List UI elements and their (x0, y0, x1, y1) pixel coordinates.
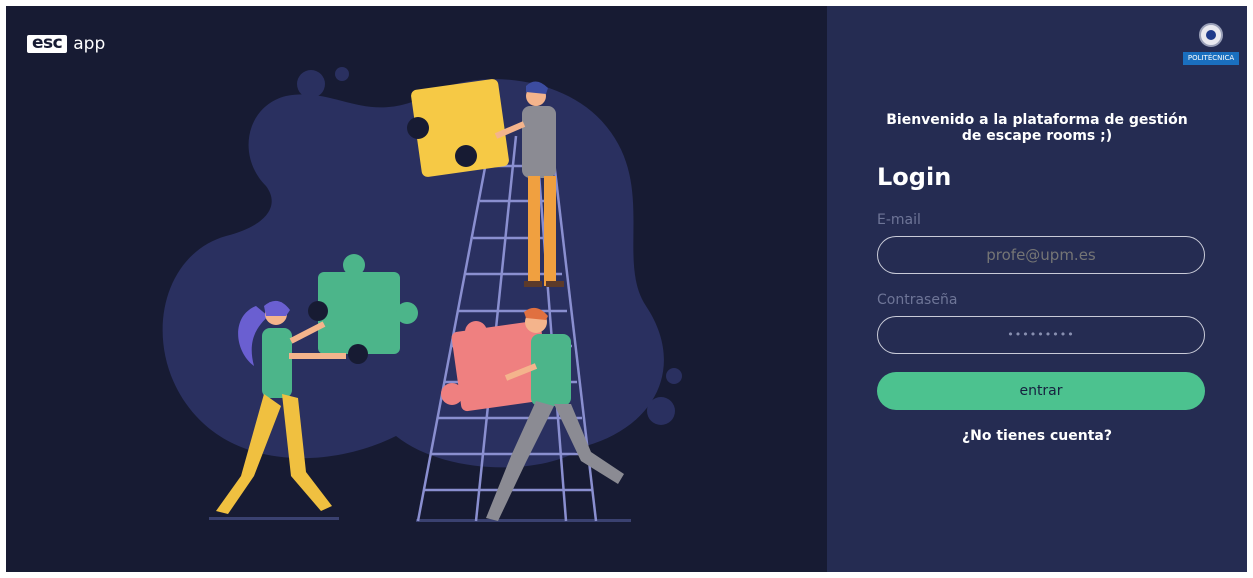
illustration-panel: esc app (6, 6, 827, 572)
upm-seal-icon (1199, 23, 1223, 47)
puzzle-piece-yellow (407, 79, 509, 177)
login-button[interactable]: entrar (877, 372, 1205, 410)
welcome-message: Bienvenido a la plataforma de gestión de… (827, 112, 1247, 144)
login-panel: POLITÉCNICA Bienvenido a la plataforma d… (827, 6, 1247, 572)
upm-label: POLITÉCNICA (1183, 52, 1239, 65)
email-label: E-mail (877, 212, 921, 228)
ground-line (416, 519, 631, 522)
welcome-line-2: de escape rooms ;) (961, 128, 1113, 144)
upm-logo[interactable]: POLITÉCNICA (1183, 23, 1239, 67)
password-field[interactable]: ••••••••• (877, 316, 1205, 354)
bubble (335, 67, 349, 81)
signup-link[interactable]: ¿No tienes cuenta? (827, 428, 1247, 444)
email-field[interactable] (877, 236, 1205, 274)
login-title: Login (877, 163, 952, 191)
bubble (647, 397, 675, 425)
bubble (297, 70, 325, 98)
teamwork-illustration (162, 67, 682, 522)
welcome-line-1: Bienvenido a la plataforma de gestión (886, 112, 1188, 128)
bubble (666, 368, 682, 384)
app-frame: esc app POLITÉCNICA Bienvenido a la plat… (6, 6, 1247, 572)
password-label: Contraseña (877, 292, 958, 308)
ground-line (209, 517, 339, 520)
